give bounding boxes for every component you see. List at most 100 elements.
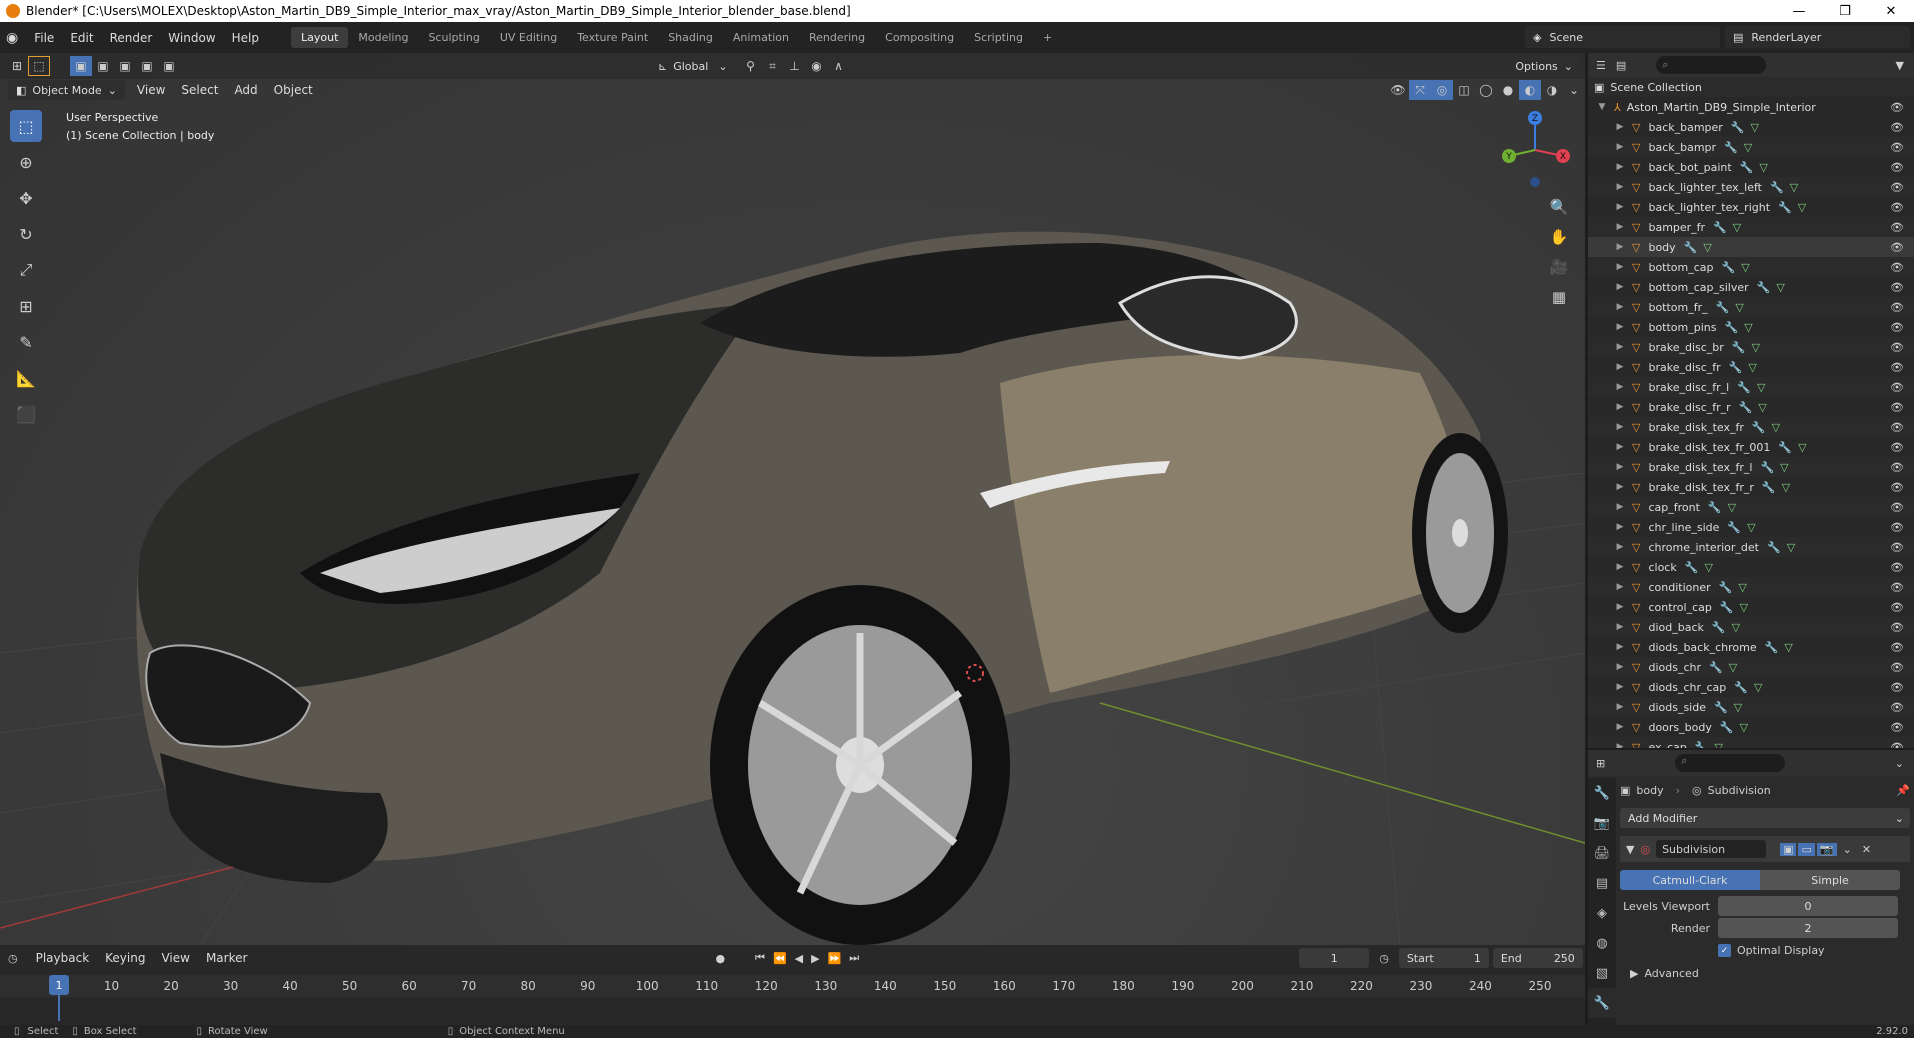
modifier-wrench-icon[interactable]: 🔧 <box>1757 281 1771 294</box>
annotate-tool-icon[interactable]: ✎ <box>10 326 42 358</box>
outliner-item[interactable]: ▶ ▽ chrome_interior_det 🔧 ▽ 👁 <box>1588 537 1914 557</box>
outliner-item[interactable]: ▶ ▽ diods_chr 🔧 ▽ 👁 <box>1588 657 1914 677</box>
visibility-eye-icon[interactable]: 👁 <box>1890 101 1904 114</box>
outliner-item[interactable]: ▶ ▽ bamper_fr 🔧 ▽ 👁 <box>1588 217 1914 237</box>
expand-arrow-icon[interactable]: ▶ <box>1614 402 1626 412</box>
visibility-eye-icon[interactable]: 👁 <box>1890 381 1904 394</box>
outliner-item[interactable]: ▶ ▽ diods_chr_cap 🔧 ▽ 👁 <box>1588 677 1914 697</box>
maximize-icon[interactable]: ❐ <box>1822 0 1868 22</box>
chevron-down-icon[interactable]: ⌄ <box>1563 80 1585 100</box>
modifier-wrench-icon[interactable]: 🔧 <box>1708 501 1722 514</box>
mesh-data-icon[interactable]: ▽ <box>1704 561 1712 574</box>
end-frame-field[interactable]: End 250 <box>1492 948 1583 968</box>
chevron-down-icon[interactable]: ⌄ <box>1843 843 1852 856</box>
modifier-wrench-icon[interactable]: 🔧 <box>1770 181 1784 194</box>
tab-texture-paint[interactable]: Texture Paint <box>567 27 658 48</box>
visibility-eye-icon[interactable]: 👁 <box>1890 441 1904 454</box>
selection-new-icon[interactable]: ▣ <box>70 56 92 76</box>
expand-arrow-icon[interactable]: ▶ <box>1614 522 1626 532</box>
visibility-eye-icon[interactable]: 👁 <box>1890 221 1904 234</box>
pan-hand-icon[interactable]: ✋ <box>1545 223 1573 251</box>
mesh-data-icon[interactable]: ▽ <box>1715 741 1723 749</box>
pin-icon[interactable]: 📌 <box>1896 784 1910 797</box>
xray-icon[interactable]: ◫ <box>1453 80 1475 100</box>
remove-modifier-icon[interactable]: ✕ <box>1862 843 1871 856</box>
visibility-eye-icon[interactable]: 👁 <box>1890 481 1904 494</box>
tab-modeling[interactable]: Modeling <box>348 27 418 48</box>
menu-window[interactable]: Window <box>160 31 223 45</box>
expand-arrow-icon[interactable]: ▶ <box>1614 422 1626 432</box>
outliner-item[interactable]: ▶ ▽ bottom_fr_ 🔧 ▽ 👁 <box>1588 297 1914 317</box>
modifier-wrench-icon[interactable]: 🔧 <box>1729 361 1743 374</box>
viewport-menu-view[interactable]: View <box>129 83 173 97</box>
filter-icon[interactable]: ▼ <box>1896 59 1904 72</box>
modifier-wrench-icon[interactable]: 🔧 <box>1713 221 1727 234</box>
gizmo-toggle-icon[interactable]: ⤧ <box>1409 80 1431 100</box>
mesh-data-icon[interactable]: ▽ <box>1732 621 1740 634</box>
outliner-item[interactable]: ▶ ▽ conditioner 🔧 ▽ 👁 <box>1588 577 1914 597</box>
outliner-item[interactable]: ▶ ▽ bottom_cap_silver 🔧 ▽ 👁 <box>1588 277 1914 297</box>
visibility-eye-icon[interactable]: 👁 <box>1890 281 1904 294</box>
visibility-eye-icon[interactable]: 👁 <box>1890 301 1904 314</box>
outliner-item[interactable]: ▶ ▽ brake_disk_tex_fr_001 🔧 ▽ 👁 <box>1588 437 1914 457</box>
minimize-icon[interactable]: — <box>1776 0 1822 22</box>
visibility-eye-icon[interactable]: 👁 <box>1890 661 1904 674</box>
selection-invert-icon[interactable]: ▣ <box>136 56 158 76</box>
outliner-item[interactable]: ▶ ▽ back_bamper 🔧 ▽ 👁 <box>1588 117 1914 137</box>
display-mode-icon[interactable]: ▤ <box>1616 59 1626 72</box>
visibility-eye-icon[interactable]: 👁 <box>1890 321 1904 334</box>
expand-arrow-icon[interactable]: ▶ <box>1614 622 1626 632</box>
tab-sculpting[interactable]: Sculpting <box>418 27 489 48</box>
visibility-eye-icon[interactable]: 👁 <box>1890 241 1904 254</box>
car-model[interactable] <box>136 231 1508 945</box>
visibility-eye-icon[interactable]: 👁 <box>1890 461 1904 474</box>
outliner-item[interactable]: ▶ ▽ brake_disc_fr_r 🔧 ▽ 👁 <box>1588 397 1914 417</box>
modifier-wrench-icon[interactable]: 🔧 <box>1714 701 1728 714</box>
mesh-data-icon[interactable]: ▽ <box>1735 301 1743 314</box>
expand-arrow-icon[interactable]: ▶ <box>1614 162 1626 172</box>
expand-arrow-icon[interactable]: ▶ <box>1614 482 1626 492</box>
catmull-clark-button[interactable]: Catmull-Clark <box>1620 870 1760 890</box>
levels-viewport-field[interactable]: 0 <box>1718 896 1898 916</box>
auto-keying-icon[interactable]: ● <box>715 952 725 965</box>
snap-icon[interactable]: ⌗ <box>762 56 784 76</box>
visibility-eye-icon[interactable]: 👁 <box>1890 621 1904 634</box>
timeline-menu-marker[interactable]: Marker <box>198 951 255 965</box>
mesh-data-icon[interactable]: ▽ <box>1733 221 1741 234</box>
mode-dropdown[interactable]: ◧ Object Mode ⌄ <box>8 80 125 100</box>
modifier-wrench-icon[interactable]: 🔧 <box>1734 681 1748 694</box>
mesh-data-icon[interactable]: ▽ <box>1748 361 1756 374</box>
menu-file[interactable]: File <box>26 31 62 45</box>
modifier-wrench-icon[interactable]: 🔧 <box>1724 141 1738 154</box>
expand-arrow-icon[interactable]: ▶ <box>1614 562 1626 572</box>
transform-tool-icon[interactable]: ⊞ <box>10 290 42 322</box>
outliner-item[interactable]: ▶ ▽ diod_back 🔧 ▽ 👁 <box>1588 617 1914 637</box>
mesh-data-icon[interactable]: ▽ <box>1758 401 1766 414</box>
scene-tab-icon[interactable]: ◈ <box>1588 898 1616 928</box>
expand-arrow-icon[interactable]: ▶ <box>1614 702 1626 712</box>
expand-arrow-icon[interactable]: ▶ <box>1614 262 1626 272</box>
outliner-editor-icon[interactable]: ☰ <box>1596 59 1606 72</box>
mesh-data-icon[interactable]: ▽ <box>1751 121 1759 134</box>
cursor-tool-icon[interactable]: ⊕ <box>10 146 42 178</box>
playhead-frame[interactable]: 1 <box>49 975 69 995</box>
viewport-menu-select[interactable]: Select <box>173 83 226 97</box>
tab-animation[interactable]: Animation <box>723 27 799 48</box>
modifier-wrench-icon[interactable]: 🔧 <box>1720 601 1734 614</box>
blender-menu-icon[interactable]: ◉ <box>6 30 18 46</box>
visibility-eye-icon[interactable]: 👁 <box>1890 521 1904 534</box>
expand-arrow-icon[interactable]: ▶ <box>1614 122 1626 132</box>
modifier-wrench-icon[interactable]: 🔧 <box>1767 541 1781 554</box>
expand-arrow-icon[interactable]: ▶ <box>1614 382 1626 392</box>
visibility-eye-icon[interactable]: 👁 <box>1890 641 1904 654</box>
visibility-eye-icon[interactable]: 👁 <box>1890 201 1904 214</box>
outliner-item[interactable]: ▶ ▽ brake_disk_tex_fr 🔧 ▽ 👁 <box>1588 417 1914 437</box>
visibility-eye-icon[interactable]: 👁 <box>1890 701 1904 714</box>
mesh-data-icon[interactable]: ▽ <box>1782 481 1790 494</box>
outliner-item[interactable]: ▶ ▽ cap_front 🔧 ▽ 👁 <box>1588 497 1914 517</box>
perspective-grid-icon[interactable]: ▦ <box>1545 283 1573 311</box>
overlay-toggle-icon[interactable]: ◎ <box>1431 80 1453 100</box>
visibility-eye-icon[interactable]: 👁 <box>1890 541 1904 554</box>
mesh-data-icon[interactable]: ▽ <box>1728 501 1736 514</box>
rendered-shading-icon[interactable]: ◑ <box>1541 80 1563 100</box>
